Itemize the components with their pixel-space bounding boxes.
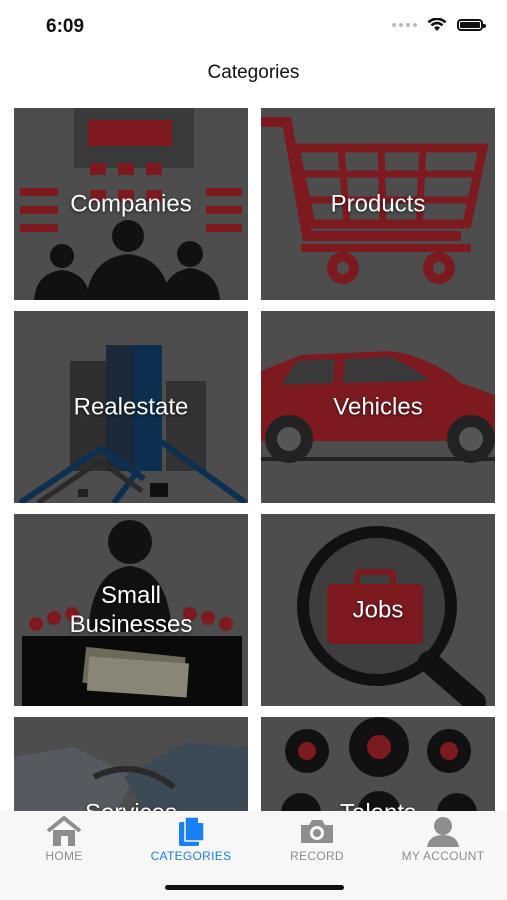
handshake-illustration [14, 743, 248, 811]
category-label: Products [330, 190, 426, 218]
category-tile-vehicles[interactable]: Vehicles [261, 311, 495, 503]
category-tile-realestate[interactable]: Realestate [14, 311, 248, 503]
category-tile-services[interactable]: Services [14, 717, 248, 811]
category-label: Jobs [352, 596, 404, 624]
tab-categories[interactable]: CATEGORIES [136, 815, 246, 867]
tab-record[interactable]: RECORD [262, 815, 372, 867]
tab-label: MY ACCOUNT [401, 849, 485, 863]
category-label: Small Businesses [69, 582, 193, 638]
status-icons [392, 18, 486, 32]
document-icon [179, 816, 205, 846]
battery-icon [457, 19, 486, 31]
tab-label: HOME [45, 849, 83, 863]
category-tile-companies[interactable]: Companies [14, 108, 248, 300]
category-label: Companies [70, 190, 192, 218]
category-label: Talents [261, 799, 495, 812]
tab-label: RECORD [290, 849, 344, 863]
category-tile-products[interactable]: Products [261, 108, 495, 300]
category-label: Vehicles [333, 393, 423, 421]
page-title: Categories [207, 62, 300, 83]
home-indicator[interactable] [165, 885, 344, 890]
camera-icon [301, 820, 333, 843]
category-label: Realestate [73, 393, 189, 421]
category-tile-small-businesses[interactable]: Small Businesses [14, 514, 248, 706]
status-bar: 6:09 [0, 0, 507, 54]
category-label: Services [14, 799, 248, 812]
tab-home[interactable]: HOME [9, 815, 119, 867]
wifi-icon [427, 18, 447, 31]
category-grid: Companies Products Realestate Vehicles S… [14, 108, 495, 811]
gears-illustration [281, 717, 477, 811]
category-tile-talents[interactable]: Talents [261, 717, 495, 811]
category-tile-jobs[interactable]: Jobs [261, 514, 495, 706]
signal-icon [392, 23, 417, 27]
house-icon [46, 816, 82, 846]
status-time: 6:09 [46, 16, 85, 37]
tab-label: CATEGORIES [150, 849, 232, 863]
tab-my-account[interactable]: MY ACCOUNT [388, 815, 498, 867]
person-icon [427, 817, 459, 847]
